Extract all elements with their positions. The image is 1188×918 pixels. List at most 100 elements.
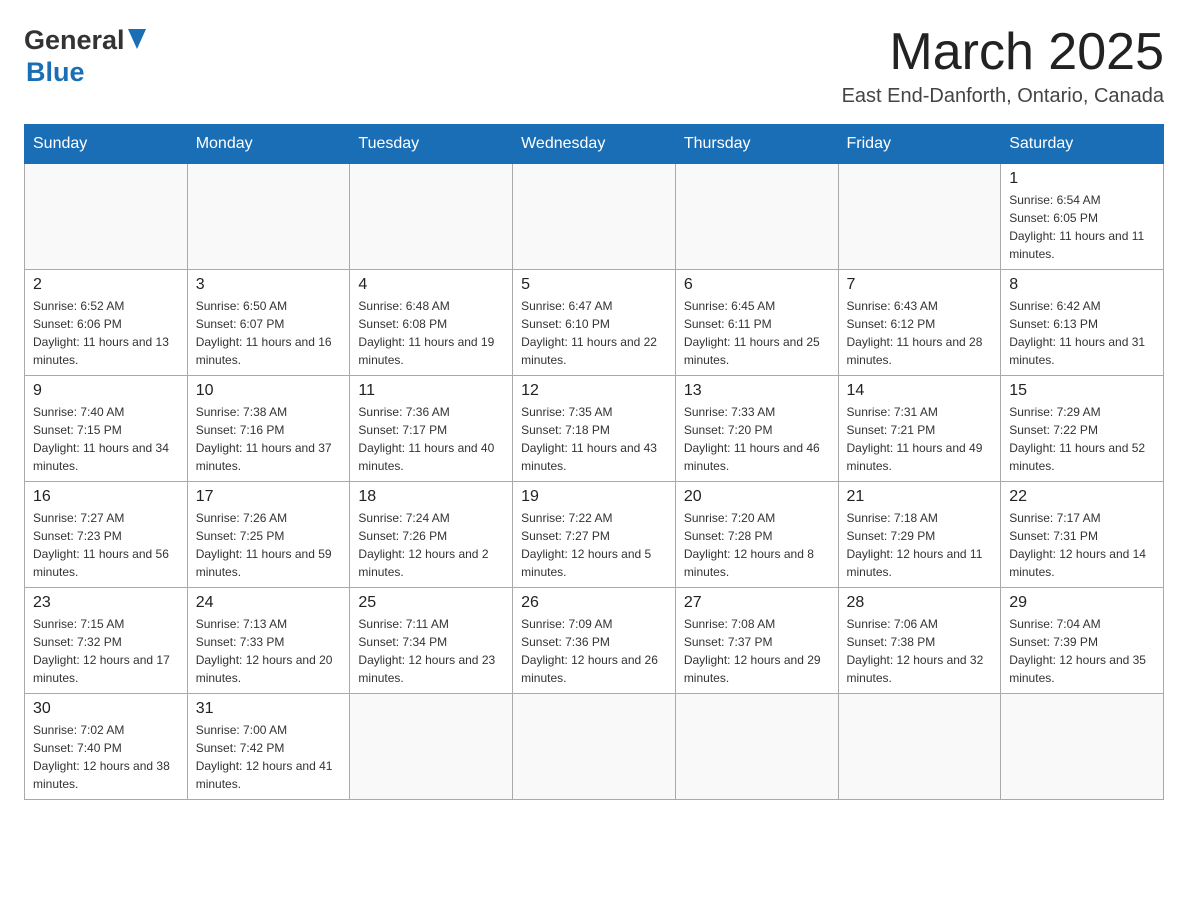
col-sunday: Sunday bbox=[25, 125, 188, 164]
calendar-week-row: 2 Sunrise: 6:52 AMSunset: 6:06 PMDaylight… bbox=[25, 270, 1164, 376]
day-number: 28 bbox=[847, 594, 993, 612]
table-row: 26 Sunrise: 7:09 AMSunset: 7:36 PMDayligh… bbox=[513, 588, 676, 694]
day-number: 5 bbox=[521, 276, 667, 294]
day-info: Sunrise: 7:31 AMSunset: 7:21 PMDaylight:… bbox=[847, 403, 993, 475]
day-number: 31 bbox=[196, 700, 342, 718]
day-number: 30 bbox=[33, 700, 179, 718]
day-number: 4 bbox=[358, 276, 504, 294]
day-number: 3 bbox=[196, 276, 342, 294]
day-number: 14 bbox=[847, 382, 993, 400]
calendar-week-row: 30 Sunrise: 7:02 AMSunset: 7:40 PMDayligh… bbox=[25, 694, 1164, 800]
table-row: 11 Sunrise: 7:36 AMSunset: 7:17 PMDayligh… bbox=[350, 376, 513, 482]
day-number: 11 bbox=[358, 382, 504, 400]
month-title: March 2025 bbox=[842, 24, 1164, 81]
day-info: Sunrise: 7:09 AMSunset: 7:36 PMDaylight:… bbox=[521, 615, 667, 687]
day-info: Sunrise: 7:02 AMSunset: 7:40 PMDaylight:… bbox=[33, 721, 179, 793]
location: East End-Danforth, Ontario, Canada bbox=[842, 85, 1164, 108]
day-number: 12 bbox=[521, 382, 667, 400]
day-info: Sunrise: 7:36 AMSunset: 7:17 PMDaylight:… bbox=[358, 403, 504, 475]
table-row: 4 Sunrise: 6:48 AMSunset: 6:08 PMDaylight… bbox=[350, 270, 513, 376]
day-info: Sunrise: 6:45 AMSunset: 6:11 PMDaylight:… bbox=[684, 297, 830, 369]
logo-arrow-icon bbox=[128, 29, 146, 54]
table-row: 17Sunrise: 7:26 AMSunset: 7:25 PMDayligh… bbox=[187, 482, 350, 588]
day-number: 6 bbox=[684, 276, 830, 294]
logo-general-text: General bbox=[24, 24, 125, 56]
day-info: Sunrise: 7:11 AMSunset: 7:34 PMDaylight:… bbox=[358, 615, 504, 687]
header-right: March 2025 East End-Danforth, Ontario, C… bbox=[842, 24, 1164, 108]
day-number: 2 bbox=[33, 276, 179, 294]
table-row: 23Sunrise: 7:15 AMSunset: 7:32 PMDayligh… bbox=[25, 588, 188, 694]
day-info: Sunrise: 6:42 AMSunset: 6:13 PMDaylight:… bbox=[1009, 297, 1155, 369]
col-wednesday: Wednesday bbox=[513, 125, 676, 164]
day-info: Sunrise: 7:08 AMSunset: 7:37 PMDaylight:… bbox=[684, 615, 830, 687]
col-monday: Monday bbox=[187, 125, 350, 164]
day-info: Sunrise: 7:35 AMSunset: 7:18 PMDaylight:… bbox=[521, 403, 667, 475]
day-number: 7 bbox=[847, 276, 993, 294]
day-number: 17 bbox=[196, 488, 342, 506]
table-row bbox=[350, 694, 513, 800]
table-row: 20 Sunrise: 7:20 AMSunset: 7:28 PMDayligh… bbox=[675, 482, 838, 588]
day-info: Sunrise: 7:06 AMSunset: 7:38 PMDaylight:… bbox=[847, 615, 993, 687]
col-tuesday: Tuesday bbox=[350, 125, 513, 164]
day-number: 22 bbox=[1009, 488, 1155, 506]
table-row: 19Sunrise: 7:22 AMSunset: 7:27 PMDayligh… bbox=[513, 482, 676, 588]
page-header: General Blue March 2025 East End-Danfort… bbox=[24, 24, 1164, 108]
day-number: 13 bbox=[684, 382, 830, 400]
day-info: Sunrise: 6:52 AMSunset: 6:06 PMDaylight:… bbox=[33, 297, 179, 369]
day-number: 16 bbox=[33, 488, 179, 506]
table-row bbox=[187, 164, 350, 270]
day-number: 19 bbox=[521, 488, 667, 506]
day-info: Sunrise: 6:48 AMSunset: 6:08 PMDaylight:… bbox=[358, 297, 504, 369]
day-info: Sunrise: 7:18 AMSunset: 7:29 PMDaylight:… bbox=[847, 509, 993, 581]
day-number: 23 bbox=[33, 594, 179, 612]
table-row: 7 Sunrise: 6:43 AMSunset: 6:12 PMDaylight… bbox=[838, 270, 1001, 376]
table-row: 28 Sunrise: 7:06 AMSunset: 7:38 PMDayligh… bbox=[838, 588, 1001, 694]
table-row bbox=[675, 164, 838, 270]
calendar-week-row: 16Sunrise: 7:27 AMSunset: 7:23 PMDayligh… bbox=[25, 482, 1164, 588]
table-row: 1 Sunrise: 6:54 AMSunset: 6:05 PMDaylight… bbox=[1001, 164, 1164, 270]
day-info: Sunrise: 6:54 AMSunset: 6:05 PMDaylight:… bbox=[1009, 191, 1155, 263]
logo: General Blue bbox=[24, 24, 146, 89]
day-number: 26 bbox=[521, 594, 667, 612]
table-row bbox=[675, 694, 838, 800]
day-number: 18 bbox=[358, 488, 504, 506]
day-info: Sunrise: 6:43 AMSunset: 6:12 PMDaylight:… bbox=[847, 297, 993, 369]
calendar-week-row: 9Sunrise: 7:40 AMSunset: 7:15 PMDaylight… bbox=[25, 376, 1164, 482]
table-row bbox=[838, 164, 1001, 270]
day-number: 8 bbox=[1009, 276, 1155, 294]
day-number: 25 bbox=[358, 594, 504, 612]
day-info: Sunrise: 7:40 AMSunset: 7:15 PMDaylight:… bbox=[33, 403, 179, 475]
table-row bbox=[350, 164, 513, 270]
day-number: 29 bbox=[1009, 594, 1155, 612]
table-row bbox=[513, 694, 676, 800]
table-row: 10Sunrise: 7:38 AMSunset: 7:16 PMDayligh… bbox=[187, 376, 350, 482]
day-number: 24 bbox=[196, 594, 342, 612]
day-number: 21 bbox=[847, 488, 993, 506]
calendar-header-row: Sunday Monday Tuesday Wednesday Thursday… bbox=[25, 125, 1164, 164]
table-row: 15Sunrise: 7:29 AMSunset: 7:22 PMDayligh… bbox=[1001, 376, 1164, 482]
table-row: 5Sunrise: 6:47 AMSunset: 6:10 PMDaylight… bbox=[513, 270, 676, 376]
day-number: 1 bbox=[1009, 170, 1155, 188]
day-info: Sunrise: 7:00 AMSunset: 7:42 PMDaylight:… bbox=[196, 721, 342, 793]
day-info: Sunrise: 7:20 AMSunset: 7:28 PMDaylight:… bbox=[684, 509, 830, 581]
calendar-week-row: 23Sunrise: 7:15 AMSunset: 7:32 PMDayligh… bbox=[25, 588, 1164, 694]
day-info: Sunrise: 7:04 AMSunset: 7:39 PMDaylight:… bbox=[1009, 615, 1155, 687]
table-row: 9Sunrise: 7:40 AMSunset: 7:15 PMDaylight… bbox=[25, 376, 188, 482]
table-row: 18Sunrise: 7:24 AMSunset: 7:26 PMDayligh… bbox=[350, 482, 513, 588]
table-row: 14 Sunrise: 7:31 AMSunset: 7:21 PMDayligh… bbox=[838, 376, 1001, 482]
day-info: Sunrise: 7:29 AMSunset: 7:22 PMDaylight:… bbox=[1009, 403, 1155, 475]
table-row: 25 Sunrise: 7:11 AMSunset: 7:34 PMDayligh… bbox=[350, 588, 513, 694]
col-friday: Friday bbox=[838, 125, 1001, 164]
logo-blue-text: Blue bbox=[26, 57, 85, 87]
table-row: 27Sunrise: 7:08 AMSunset: 7:37 PMDayligh… bbox=[675, 588, 838, 694]
table-row: 12 Sunrise: 7:35 AMSunset: 7:18 PMDayligh… bbox=[513, 376, 676, 482]
day-info: Sunrise: 6:50 AMSunset: 6:07 PMDaylight:… bbox=[196, 297, 342, 369]
table-row bbox=[838, 694, 1001, 800]
day-number: 20 bbox=[684, 488, 830, 506]
day-info: Sunrise: 7:13 AMSunset: 7:33 PMDaylight:… bbox=[196, 615, 342, 687]
table-row: 16Sunrise: 7:27 AMSunset: 7:23 PMDayligh… bbox=[25, 482, 188, 588]
day-info: Sunrise: 7:38 AMSunset: 7:16 PMDaylight:… bbox=[196, 403, 342, 475]
day-info: Sunrise: 7:17 AMSunset: 7:31 PMDaylight:… bbox=[1009, 509, 1155, 581]
table-row bbox=[25, 164, 188, 270]
table-row: 24 Sunrise: 7:13 AMSunset: 7:33 PMDayligh… bbox=[187, 588, 350, 694]
